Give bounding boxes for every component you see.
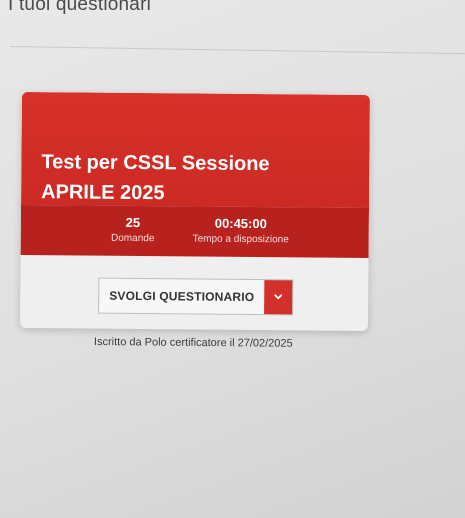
chevron-down-icon [274,294,283,300]
action-button-group: SVOLGI QUESTIONARIO [98,277,294,316]
stats-bar: 25 Domande 00:45:00 Tempo a disposizione [20,204,370,259]
questionnaire-card: Test per CSSL Sessione APRILE 2025 25 Do… [19,92,370,332]
card-body: SVOLGI QUESTIONARIO [20,255,369,331]
actions-dropdown-button[interactable] [264,280,293,315]
page-title: I tuoi questionari [8,0,152,15]
start-questionnaire-button[interactable]: SVOLGI QUESTIONARIO [99,279,264,314]
enrollment-caption: Iscritto da Polo certificatore il 27/02/… [93,336,293,350]
card-header: Test per CSSL Sessione APRILE 2025 [21,92,370,209]
time-label: Tempo a disposizione [192,233,289,246]
time-value: 00:45:00 [214,215,267,232]
time-stat: 00:45:00 Tempo a disposizione [181,215,301,248]
questions-label: Domande [110,232,155,245]
questionnaire-title: Test per CSSL Sessione APRILE 2025 [41,151,270,205]
questions-count: 25 [125,214,141,231]
heading-divider [9,46,465,55]
questions-stat: 25 Domande [109,215,157,247]
